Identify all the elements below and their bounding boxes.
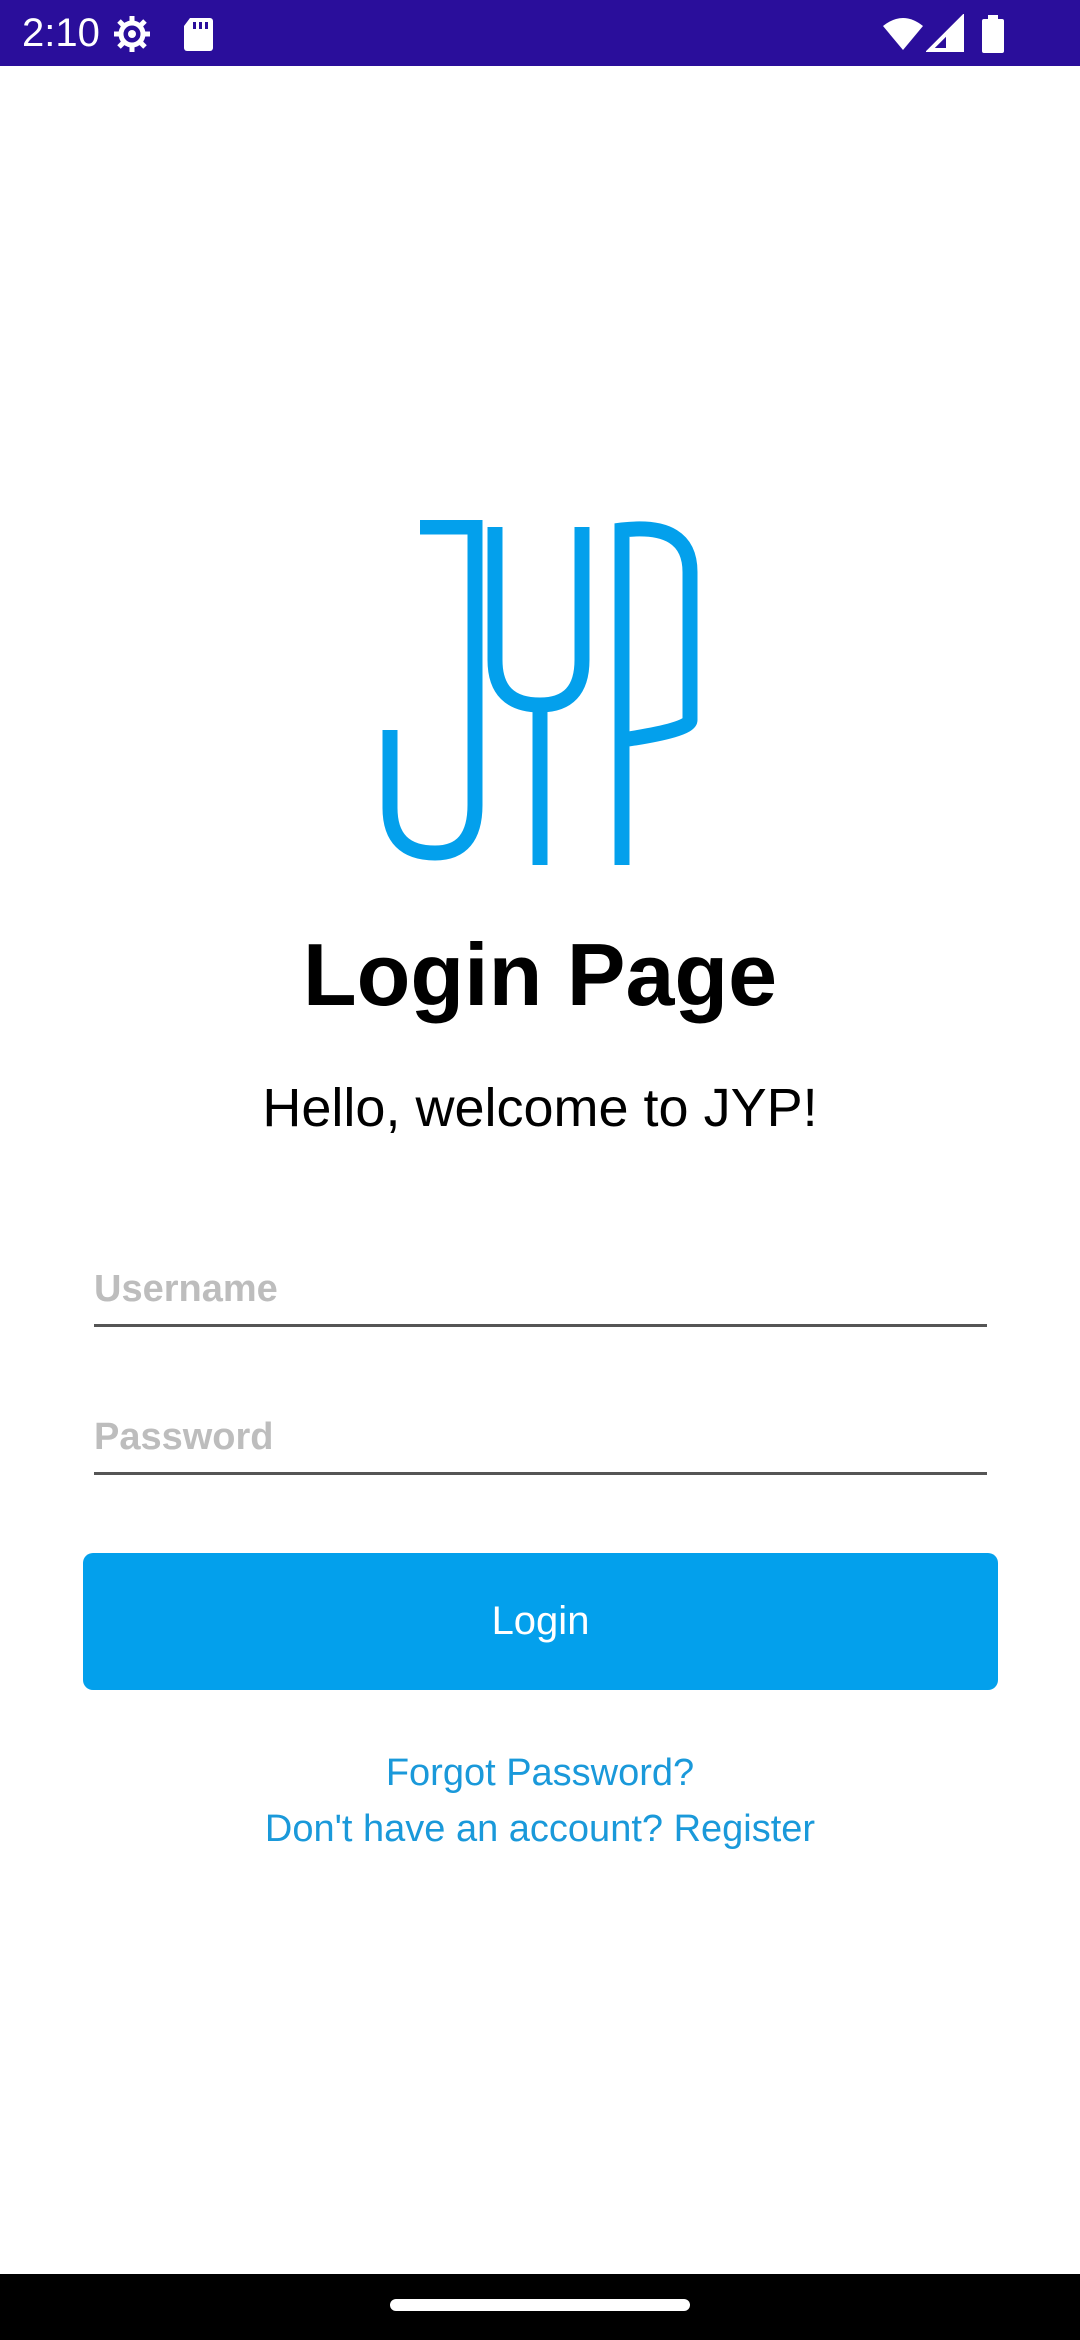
username-field[interactable] bbox=[94, 1255, 987, 1327]
wifi-icon bbox=[883, 18, 923, 50]
page-title: Login Page bbox=[302, 925, 778, 1024]
settings-icon bbox=[114, 16, 150, 52]
home-gesture-handle[interactable] bbox=[390, 2299, 690, 2311]
status-bar: 2:10 bbox=[0, 0, 1080, 66]
login-button[interactable]: Login bbox=[83, 1553, 998, 1690]
welcome-subtitle: Hello, welcome to JYP! bbox=[262, 1078, 818, 1138]
jyp-logo bbox=[382, 520, 698, 865]
password-field[interactable] bbox=[94, 1403, 987, 1475]
register-link[interactable]: Don't have an account? Register bbox=[0, 1804, 1080, 1854]
forgot-password-link[interactable]: Forgot Password? bbox=[0, 1748, 1080, 1798]
battery-icon bbox=[982, 15, 1004, 53]
status-time: 2:10 bbox=[22, 11, 100, 55]
sd-card-icon bbox=[184, 18, 213, 51]
login-screen: 2:10 Login Page Hello, welcome to JYP! U… bbox=[0, 0, 1080, 2340]
cellular-signal-icon bbox=[926, 14, 964, 52]
